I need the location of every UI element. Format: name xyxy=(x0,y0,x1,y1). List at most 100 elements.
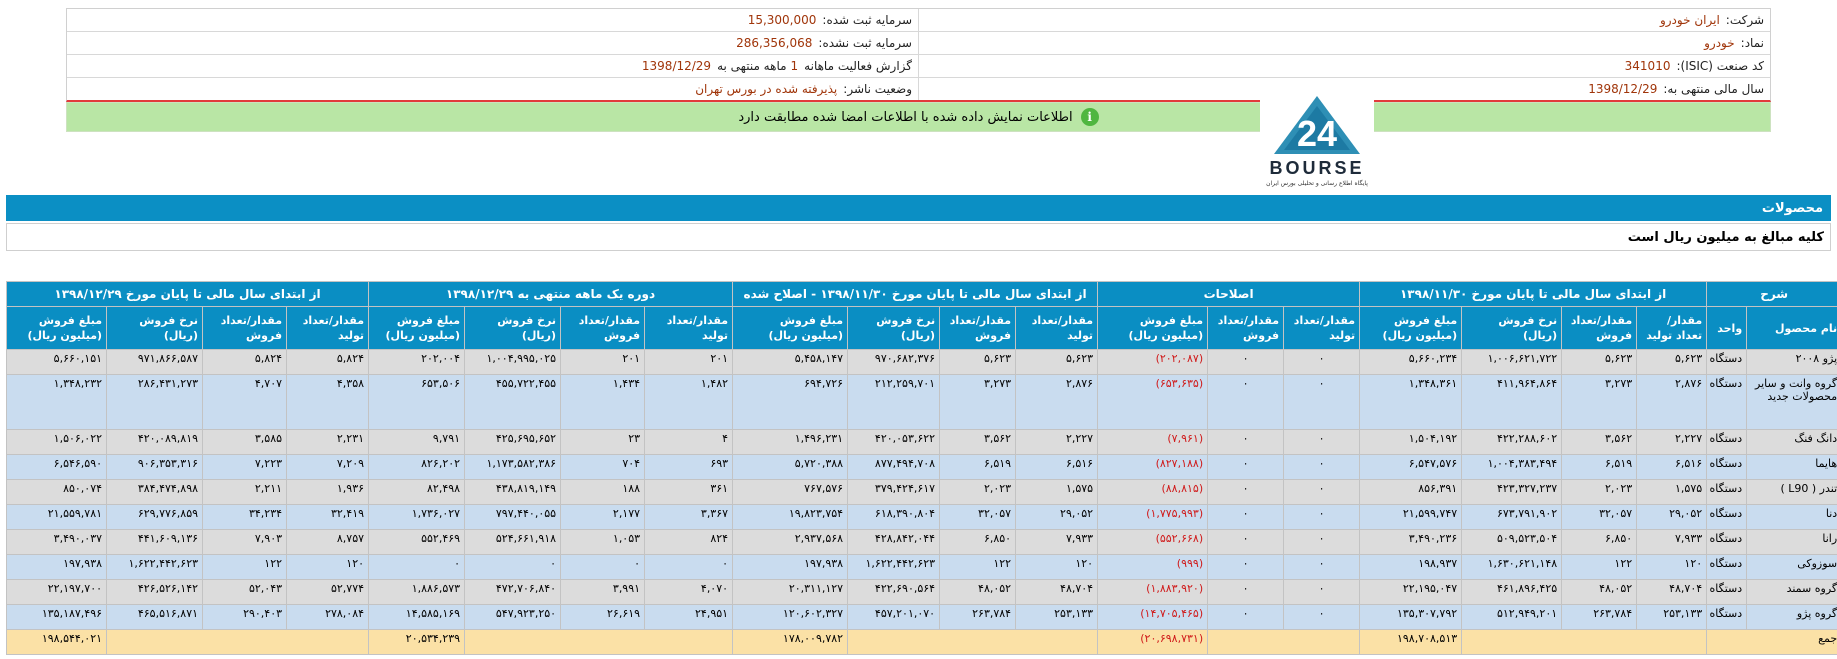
isic-value: 341010 xyxy=(1624,59,1671,73)
cell-value: ۴۵۷,۲۰۱,۰۷۰ xyxy=(847,604,941,630)
cell-value: ۲۳ xyxy=(560,429,646,455)
cell-product-name: گروه وانت و سایر محصولات جدید xyxy=(1746,374,1837,430)
info-row-3: کد صنعت (ISIC): 341010 گزارش فعالیت ماها… xyxy=(67,55,1770,78)
total-amount-1: ۱۹۸,۷۰۸,۵۱۳ xyxy=(1359,629,1463,655)
cell-value: ۴,۷۰۷ xyxy=(202,374,288,430)
company-value[interactable]: ایران خودرو xyxy=(1660,13,1720,27)
cell-value: ۴۸,۷۰۴ xyxy=(1636,579,1708,605)
cell-value: ۱۲۲ xyxy=(939,554,1017,580)
cell-unit: دستگاه xyxy=(1706,429,1748,455)
cell-value: ۱۲۰ xyxy=(1015,554,1099,580)
cell-value: ۲,۸۷۶ xyxy=(1015,374,1099,430)
symbol-cell: نماد: خودرو xyxy=(918,32,1770,54)
cell-value: ۲۸۶,۴۳۱,۲۷۳ xyxy=(106,374,204,430)
cell-value: ۲,۲۲۷ xyxy=(1636,429,1708,455)
cell-value: ۲۶۳,۷۸۴ xyxy=(939,604,1017,630)
cell-unit: دستگاه xyxy=(1706,504,1748,530)
cell-value: ۲۱,۵۵۹,۷۸۱ xyxy=(5,504,108,530)
cell-value: ۲۹۰,۴۰۳ xyxy=(202,604,288,630)
cell-product-name: گروه سمند xyxy=(1746,579,1837,605)
cell-value: ۰ xyxy=(464,554,562,580)
cell-value: ۰ xyxy=(1283,429,1361,455)
cell-value: ۷,۲۰۹ xyxy=(286,454,370,480)
cell-value: ۹,۷۹۱ xyxy=(368,429,466,455)
cell-value: ۵,۸۲۴ xyxy=(286,349,370,375)
cell-value: ۳۶۱ xyxy=(644,479,734,505)
cell-unit: دستگاه xyxy=(1706,604,1748,630)
cell-value: ۲۲,۱۹۵,۰۴۷ xyxy=(1359,579,1463,605)
info-row-4: سال مالی منتهی به: 1398/12/29 وضعیت ناشر… xyxy=(67,78,1770,100)
cell-value: ۹۰۶,۳۵۳,۳۱۶ xyxy=(106,454,204,480)
cell-product-name: هایما xyxy=(1746,454,1837,480)
cell-value: ۰ xyxy=(1207,529,1285,555)
cell-value: ۱۹۷,۹۳۸ xyxy=(5,554,108,580)
capital-label: سرمایه ثبت شده: xyxy=(822,13,912,27)
cell-value: (۶۵۳,۶۳۵) xyxy=(1097,374,1209,430)
table-row: دانگ فنگ دستگاه ۲,۲۲۷ ۳,۵۶۲ ۴۲۲,۲۸۸,۶۰۲ ۱,۵۰۴… xyxy=(5,429,1837,455)
unreg-capital-label: سرمایه ثبت نشده: xyxy=(818,36,912,50)
signed-info-notice: i اطلاعات نمایش داده شده با اطلاعات امضا… xyxy=(66,102,1771,132)
cell-value: ۲۰۱ xyxy=(644,349,734,375)
cell-value: ۲۱۲,۲۵۹,۷۰۱ xyxy=(847,374,941,430)
cell-value: ۲,۲۱۱ xyxy=(202,479,288,505)
subheader-rate: نرخ فروش (ریال) xyxy=(464,306,562,350)
cell-value: ۰ xyxy=(1283,529,1361,555)
amounts-note: کلیه مبالغ به میلیون ریال است xyxy=(6,223,1831,251)
cell-value: ۰ xyxy=(1207,604,1285,630)
subheader-product-name: نام محصول xyxy=(1746,306,1837,350)
cell-value: ۸۲,۴۹۸ xyxy=(368,479,466,505)
cell-value: ۵۰۹,۵۲۳,۵۰۴ xyxy=(1461,529,1563,555)
cell-value: ۳۲,۴۱۹ xyxy=(286,504,370,530)
table-row: گروه سمند دستگاه ۴۸,۷۰۴ ۴۸,۰۵۲ ۴۶۱,۸۹۶,۴۲۵ ۲۲… xyxy=(5,579,1837,605)
cell-value: ۴۵۵,۷۲۲,۴۵۵ xyxy=(464,374,562,430)
total-empty-cell xyxy=(464,629,734,655)
cell-value: ۱,۷۳۶,۰۲۷ xyxy=(368,504,466,530)
cell-value: ۰ xyxy=(560,554,646,580)
group-header-adjustments: اصلاحات xyxy=(1097,281,1361,307)
subheader-amount: مبلغ فروش (میلیون ریال) xyxy=(732,306,849,350)
cell-value: ۷,۹۳۳ xyxy=(1636,529,1708,555)
company-cell: شرکت: ایران خودرو xyxy=(918,9,1770,31)
cell-value: ۴۲۸,۸۴۲,۰۴۴ xyxy=(847,529,941,555)
cell-value: (۱,۷۷۵,۹۹۳) xyxy=(1097,504,1209,530)
cell-value: ۶,۵۱۶ xyxy=(1636,454,1708,480)
cell-value: ۱,۶۳۰,۶۲۱,۱۴۸ xyxy=(1461,554,1563,580)
cell-value: ۱۸۸ xyxy=(560,479,646,505)
cell-value: ۴۶۵,۵۱۶,۸۷۱ xyxy=(106,604,204,630)
section-title: محصولات xyxy=(1761,200,1823,216)
cell-value: ۷۰۴ xyxy=(560,454,646,480)
symbol-value[interactable]: خودرو xyxy=(1704,36,1735,50)
table-group-header-row: شرح از ابتدای سال مالی تا پایان مورخ ۱۳۹… xyxy=(5,281,1837,307)
cell-value: ۰ xyxy=(1283,374,1361,430)
cell-value: ۶,۵۴۷,۵۷۶ xyxy=(1359,454,1463,480)
info-icon: i xyxy=(1080,108,1099,126)
cell-unit: دستگاه xyxy=(1706,374,1748,430)
cell-value: ۵,۶۲۳ xyxy=(1636,349,1708,375)
subheader-amount: مبلغ فروش (میلیون ریال) xyxy=(368,306,466,350)
cell-value: ۰ xyxy=(1207,554,1285,580)
cell-value: ۱,۶۲۲,۴۴۲,۶۲۳ xyxy=(847,554,941,580)
cell-product-name: رانا xyxy=(1746,529,1837,555)
subheader-prod-qty: مقدار/تعداد تولید xyxy=(644,306,734,350)
cell-value: ۳۲,۰۵۷ xyxy=(1561,504,1638,530)
cell-value: ۰ xyxy=(1207,454,1285,480)
cell-value: ۳,۴۹۰,۲۳۶ xyxy=(1359,529,1463,555)
table-sub-header-row: نام محصول واحد مقدار/تعداد تولید مقدار/تعدا… xyxy=(5,306,1837,350)
cell-value: (۱,۸۸۳,۹۲۰) xyxy=(1097,579,1209,605)
cell-value: ۷۹۷,۴۴۰,۰۵۵ xyxy=(464,504,562,530)
cell-unit: دستگاه xyxy=(1706,349,1748,375)
cell-value: ۱۲۲ xyxy=(1561,554,1638,580)
cell-value: ۱,۳۴۸,۲۳۲ xyxy=(5,374,108,430)
cell-value: ۱,۰۰۴,۹۹۵,۰۲۵ xyxy=(464,349,562,375)
cell-product-name: تندر ( L90 ) xyxy=(1746,479,1837,505)
cell-value: ۰ xyxy=(1207,504,1285,530)
cell-value: ۱۲۰ xyxy=(1636,554,1708,580)
cell-value: ۹۷۱,۸۶۶,۵۸۷ xyxy=(106,349,204,375)
bourse24-logo[interactable]: 24 BOURSE پایگاه اطلاع رسانی و تحلیلی بو… xyxy=(1260,84,1374,196)
total-amount-3: ۲۰,۵۳۴,۲۳۹ xyxy=(368,629,466,655)
cell-value: ۱,۱۷۳,۵۸۲,۳۸۶ xyxy=(464,454,562,480)
subheader-amount: مبلغ فروش (میلیون ریال) xyxy=(1097,306,1209,350)
cell-value: ۴۱۱,۹۶۴,۸۶۴ xyxy=(1461,374,1563,430)
total-empty-cell xyxy=(1207,629,1361,655)
cell-unit: دستگاه xyxy=(1706,579,1748,605)
